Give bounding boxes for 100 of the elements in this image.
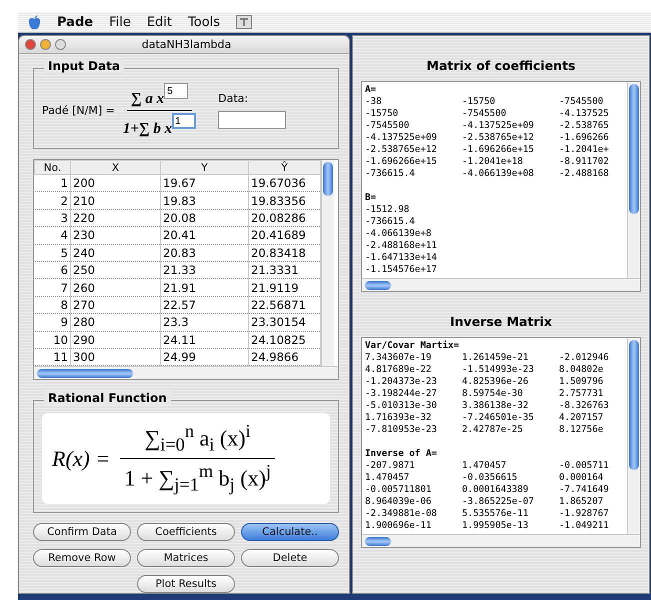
matrix-value: -1.154576e+17: [365, 264, 438, 276]
matrix-value: 4.207157: [559, 412, 604, 424]
table-cell: 200: [70, 174, 160, 192]
column-header[interactable]: Y: [160, 160, 248, 174]
matrix-value: -0.005711801: [365, 484, 432, 496]
matrix-value: -1.2041e+: [559, 144, 610, 156]
table-cell: 220: [70, 209, 160, 227]
action-button[interactable]: Coefficients: [137, 522, 235, 541]
action-button[interactable]: Remove Row: [33, 548, 131, 567]
table-cell: 6: [34, 261, 70, 279]
matrix-value: 1.470457: [365, 472, 410, 484]
matrix-heading: A=: [365, 84, 378, 96]
table-cell: 21.33: [160, 261, 248, 279]
table-cell: 250: [70, 261, 160, 279]
denominator-exponent-field[interactable]: 1: [172, 113, 196, 129]
matrix-value: -4.066139e+8: [365, 228, 432, 240]
formula-denominator: 1 + ∑$_{j=1}$$^{m}$ b$_{j}$ (x)$^{j}$: [120, 458, 275, 496]
matrix-value: -8.326763: [559, 400, 610, 412]
matrix-value: -4.137525: [559, 108, 610, 120]
data-field[interactable]: [218, 111, 286, 129]
matrix-value: -5.010313e-30: [365, 400, 438, 412]
horizontal-scrollbar[interactable]: [362, 278, 640, 291]
table-cell: 7: [34, 278, 70, 296]
denominator-formula: 1+∑ b x: [122, 121, 172, 138]
close-button[interactable]: [25, 39, 36, 50]
table-cell: 1: [34, 174, 70, 192]
matrix-value: -4.137525e+09: [365, 132, 438, 144]
matrix-value: -2.538765: [559, 120, 610, 132]
apple-icon[interactable]: [28, 14, 41, 30]
action-button[interactable]: Confirm Data: [33, 522, 131, 541]
menu-item[interactable]: Pade: [57, 14, 94, 30]
action-button[interactable]: Delete: [241, 548, 339, 567]
action-button[interactable]: Plot Results: [137, 574, 235, 593]
matrix-value: 1.995905e-13: [462, 520, 530, 532]
matrix-value: -2.349881e-08: [365, 508, 438, 520]
matrix-value: 2.757731: [559, 388, 604, 400]
matrix-value: -4.137525e+09: [462, 120, 535, 132]
matrix-heading: B=: [365, 192, 378, 204]
menu-item[interactable]: Edit: [146, 14, 172, 30]
group-title: Rational Function: [44, 391, 171, 406]
matrix-value: 5.535576e-11: [462, 508, 530, 520]
matrix-value: -4.066139e+08: [462, 168, 535, 180]
action-button[interactable]: Calculate..: [241, 522, 339, 541]
matrix-heading: Inverse of A=: [365, 448, 438, 460]
table-cell: 2: [34, 192, 70, 210]
matrix-value: 8.59754e-30: [462, 388, 524, 400]
horizontal-scrollbar[interactable]: [362, 534, 640, 547]
table-cell: 210: [70, 192, 160, 210]
numerator-exponent-field[interactable]: 5: [164, 83, 188, 99]
table-cell: 23.3: [160, 314, 248, 332]
table-cell: 20.08: [160, 209, 248, 227]
matrix-value: -1.928767: [559, 508, 610, 520]
matrix-value: 4.825396e-26: [462, 376, 530, 388]
menu-item[interactable]: File: [109, 14, 131, 30]
matrix-value: 0.000164: [559, 472, 604, 484]
matrix-value: -1512.98: [365, 204, 410, 216]
table-cell: 3: [34, 209, 70, 227]
matrix-value: -15750: [365, 108, 400, 120]
data-label: Data:: [218, 92, 250, 105]
matrix-value: -1.514993e-23: [462, 364, 535, 376]
matrix-value: -2.012946: [559, 352, 610, 364]
matrix-value: -8.911702: [559, 156, 610, 168]
window-title: dataNH3lambda: [140, 38, 232, 51]
script-icon[interactable]: [236, 15, 252, 29]
table-cell: 22.57: [160, 296, 248, 314]
table-cell: 21.91: [160, 278, 248, 296]
matrix-value: 4.817689e-22: [365, 364, 432, 376]
matrix-value: 1.470457: [462, 460, 508, 472]
minimize-button[interactable]: [40, 39, 51, 50]
matrix-value: -1.696266: [559, 132, 610, 144]
formula-lhs: R(x) =: [52, 446, 110, 472]
matrix-value: -15750: [462, 96, 496, 108]
matrix-value: 0.0001643389: [462, 484, 530, 496]
matrix-value: -207.9871: [365, 460, 416, 472]
menu-item[interactable]: Tools: [188, 14, 220, 30]
matrix-value: -7545500: [462, 108, 508, 120]
formula-numerator: ∑$_{i=0}$$^{n}$ a$_{i}$ (x)$^{i}$: [144, 421, 252, 458]
vertical-scrollbar[interactable]: [627, 338, 640, 534]
matrix-value: -1.049211: [559, 520, 610, 532]
horizontal-scrollbar[interactable]: [34, 366, 338, 380]
matrix-value: -1.647133e+14: [365, 252, 438, 264]
vertical-scrollbar[interactable]: [627, 82, 640, 278]
matrix-value: -736615.4: [365, 216, 416, 228]
matrix-value: 2.42787e-25: [462, 424, 524, 436]
column-header[interactable]: No.: [34, 160, 70, 174]
column-header[interactable]: Ŷ: [248, 160, 320, 174]
matrix-value: -1.204373e-23: [365, 376, 438, 388]
table-cell: 4: [34, 226, 70, 244]
action-button[interactable]: Matrices: [137, 548, 235, 567]
column-header[interactable]: X: [70, 160, 160, 174]
matrix-value: -1.696266e+15: [462, 144, 535, 156]
matrix-value: 8.04802e: [559, 364, 604, 376]
panel-title: Matrix of coefficients: [426, 58, 576, 73]
matrix-value: 1.261459e-21: [462, 352, 530, 364]
matrix-value: 3.386138e-32: [462, 400, 530, 412]
matrix-value: 1.865207: [559, 496, 604, 508]
vertical-scrollbar[interactable]: [321, 160, 334, 366]
matrix-value: -736615.4: [365, 168, 416, 180]
table-cell: 240: [70, 244, 160, 262]
zoom-button[interactable]: [55, 39, 66, 50]
